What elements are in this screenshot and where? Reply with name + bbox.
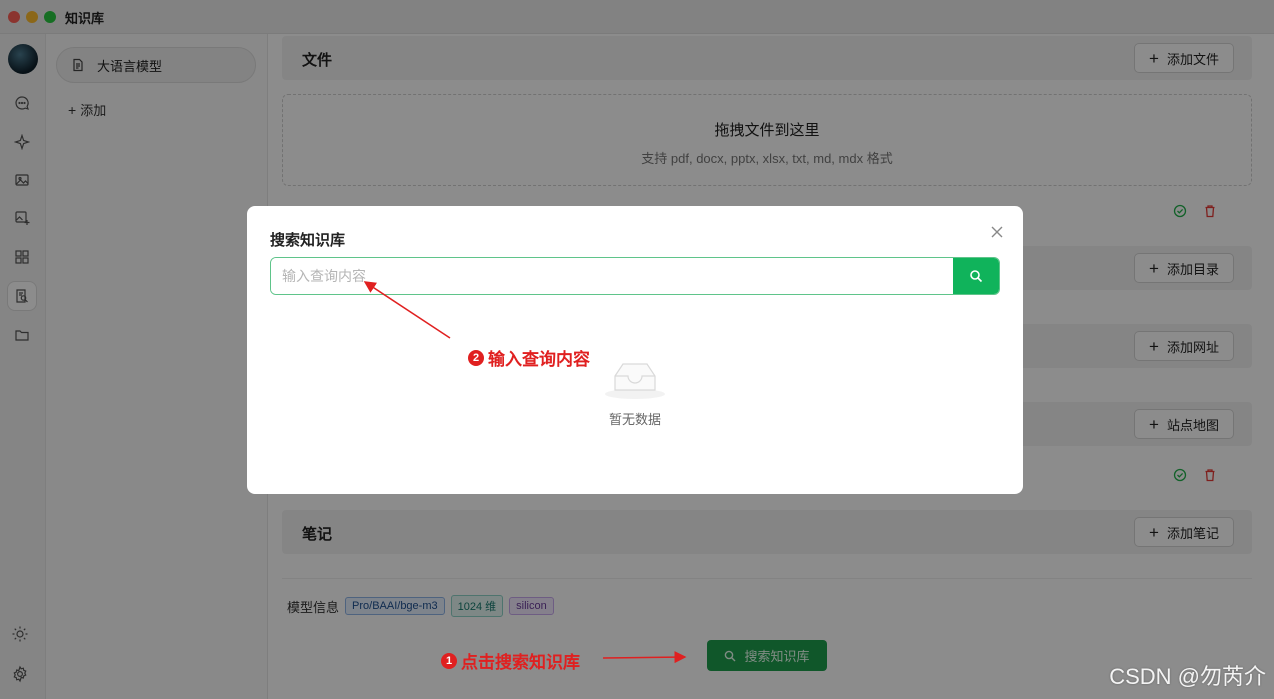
search-box: [270, 257, 1000, 295]
empty-state: 暂无数据: [602, 356, 668, 428]
empty-text: 暂无数据: [608, 412, 661, 427]
annotation-step-2: 2 输入查询内容: [468, 345, 590, 370]
search-input[interactable]: [271, 258, 953, 294]
empty-inbox-icon: [605, 363, 665, 399]
search-icon: [970, 270, 983, 283]
search-submit-button[interactable]: [953, 258, 999, 294]
step-badge: 1: [441, 652, 457, 669]
step-badge: 2: [468, 349, 484, 366]
annotation-step-1: 1 点击搜索知识库: [441, 648, 580, 673]
search-kb-modal: 搜索知识库 暂无数据: [247, 206, 1023, 494]
watermark: CSDN @勿芮介: [1109, 664, 1266, 689]
modal-title: 搜索知识库: [270, 232, 346, 249]
close-icon[interactable]: [989, 224, 1005, 240]
